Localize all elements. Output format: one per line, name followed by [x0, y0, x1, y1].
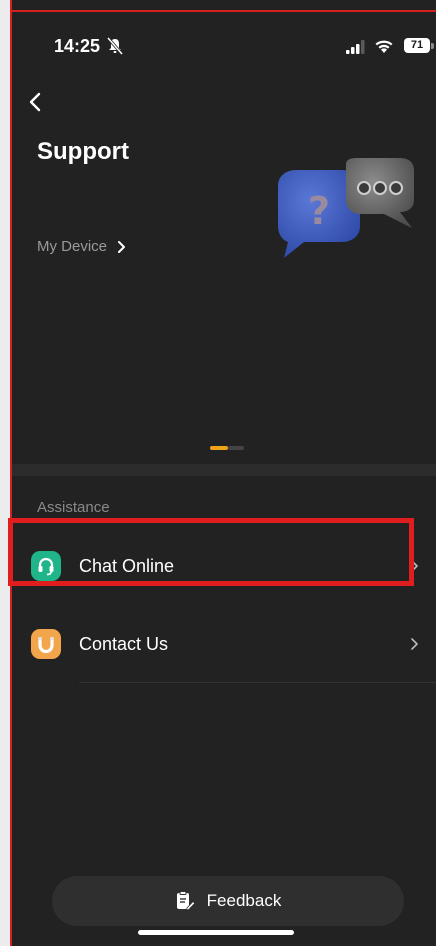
row-divider [79, 682, 436, 683]
signal-icon [346, 40, 365, 54]
feedback-icon [176, 891, 195, 911]
headset-icon [31, 551, 61, 581]
status-bar: 14:25 71 [12, 12, 436, 72]
magnet-icon [31, 629, 61, 659]
chat-online-row[interactable]: Chat Online [12, 536, 436, 596]
battery-tip [431, 43, 434, 49]
carousel-dot-active [210, 446, 228, 450]
phone-screen: 14:25 71 Support My Device ? Assistance … [0, 0, 436, 946]
feedback-button[interactable]: Feedback [52, 876, 404, 926]
feedback-label: Feedback [206, 891, 282, 910]
section-label-assistance: Assistance [37, 499, 110, 516]
svg-text:?: ? [308, 189, 330, 233]
support-chat-illustration: ? [278, 158, 414, 258]
status-time: 14:25 [54, 36, 101, 56]
bell-off-icon [107, 37, 123, 55]
support-page: 14:25 71 Support My Device ? Assistance … [12, 12, 436, 946]
contact-us-label: Contact Us [79, 633, 169, 654]
page-title: Support [37, 138, 129, 165]
back-chevron-icon[interactable] [28, 92, 42, 112]
battery-indicator: 71 [404, 38, 430, 53]
chevron-right-icon [118, 240, 126, 253]
my-device-link[interactable]: My Device [37, 238, 126, 255]
my-device-label: My Device [37, 238, 108, 255]
home-indicator [138, 930, 294, 935]
carousel-indicator [210, 446, 246, 450]
section-divider [12, 464, 436, 476]
chat-online-label: Chat Online [79, 555, 175, 576]
chevron-right-icon [411, 560, 418, 572]
carousel-dot [228, 446, 244, 450]
wifi-icon [375, 40, 393, 53]
chevron-right-icon [411, 638, 418, 650]
contact-us-row[interactable]: Contact Us [12, 614, 436, 674]
